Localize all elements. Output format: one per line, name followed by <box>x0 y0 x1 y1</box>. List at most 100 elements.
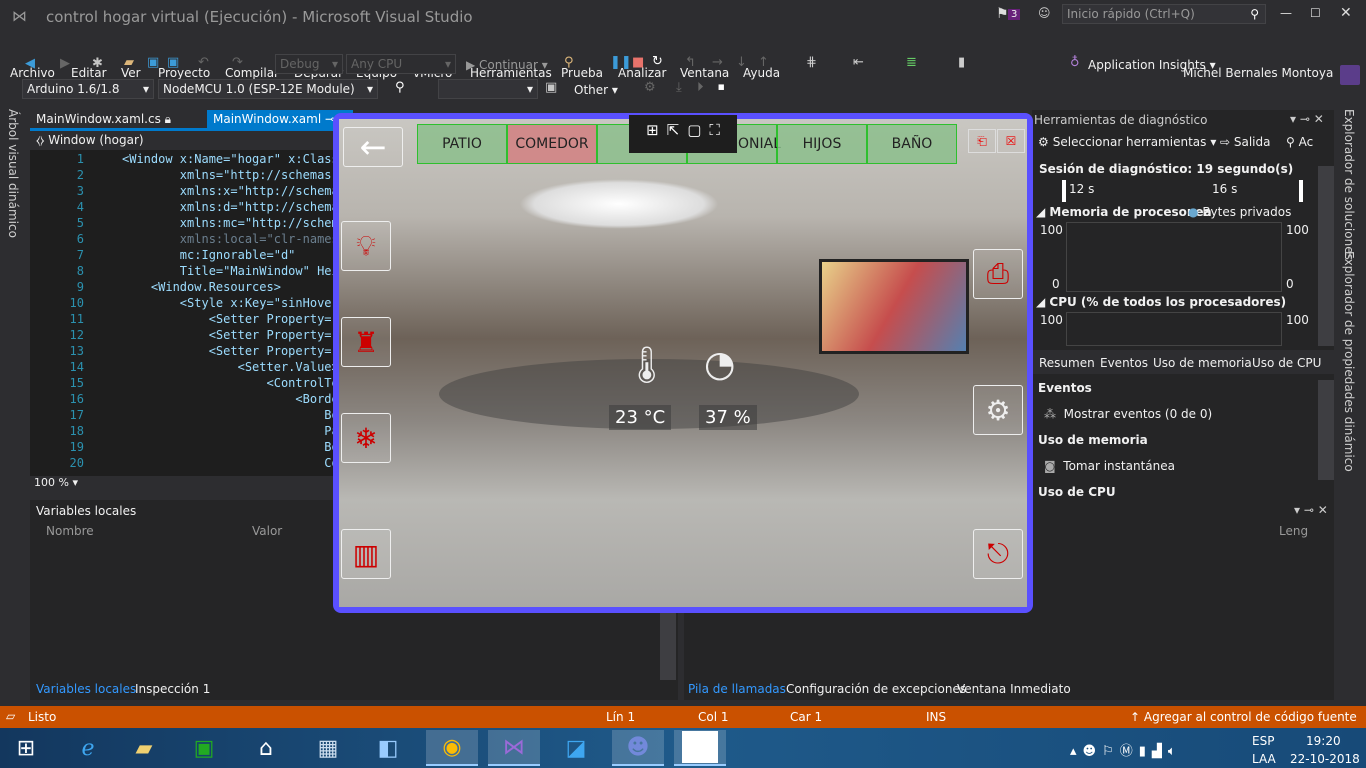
column-nombre[interactable]: Nombre <box>46 524 94 538</box>
platform-dropdown[interactable]: Any CPU ▾ <box>346 54 456 74</box>
select-element-icon[interactable]: ⇱ <box>667 121 680 153</box>
quick-launch-input[interactable]: Inicio rápido (Ctrl+Q) ⚲ <box>1062 4 1266 24</box>
taskbar-hogar-app[interactable] <box>674 730 726 766</box>
room-tab-patio[interactable]: PATIO <box>417 124 507 164</box>
close-button[interactable]: ✕ <box>1340 5 1352 21</box>
upload-icon[interactable]: ⤓ <box>676 80 682 95</box>
save-all-icon[interactable]: ▣ <box>167 55 179 70</box>
timeline-handle-start[interactable] <box>1062 180 1066 202</box>
room-tab-baño[interactable]: BAÑO <box>867 124 957 164</box>
column-valor[interactable]: Valor <box>252 524 282 538</box>
taskbar-notes[interactable]: ◧ <box>362 730 414 766</box>
code-editor[interactable]: ⧼⧽ Window (hogar) 1 <Window x:Name="hogar… <box>30 131 339 491</box>
light-button[interactable]: 💡︎ <box>341 221 391 271</box>
camera-button[interactable]: ⎙ <box>973 249 1023 299</box>
serial-monitor-icon[interactable]: ⚲ <box>395 80 405 95</box>
language-indicator[interactable]: ESP <box>1252 734 1274 748</box>
maximize-button[interactable]: ☐ <box>1310 6 1321 20</box>
tab-eventos[interactable]: Eventos <box>1100 356 1148 370</box>
tab-ventana-inmediato[interactable]: Ventana Inmediato <box>957 682 1071 696</box>
notification-flag-icon[interactable]: ⚑ <box>996 6 1009 22</box>
play-circle-icon[interactable]: ⏵ <box>697 80 704 95</box>
taskbar-explorer[interactable]: ▰ <box>118 730 170 766</box>
system-tray-icons[interactable]: ▴☻⚐Ⓜ▮▟🔈︎ <box>1070 740 1182 759</box>
taskbar-vs-installer[interactable]: ◪ <box>550 730 602 766</box>
cpu-section[interactable]: ◢ CPU (% de todos los procesadores) <box>1036 295 1286 309</box>
step-into-icon[interactable]: → <box>712 55 723 70</box>
show-next-statement-icon[interactable]: ↰ <box>685 55 696 70</box>
board-dropdown[interactable]: NodeMCU 1.0 (ESP-12E Module) ▾ <box>158 79 378 99</box>
panel-controls-icon[interactable]: ▾ ⊸ ✕ <box>1290 112 1324 126</box>
thread-icon[interactable]: ⇤ <box>853 55 864 70</box>
output-button[interactable]: ⇨ Salida <box>1220 135 1270 149</box>
step-out-icon[interactable]: ↑ <box>758 55 769 70</box>
lamp-button[interactable]: ♜ <box>341 317 391 367</box>
track-focus-icon[interactable]: ⛶ <box>709 121 720 153</box>
restart-icon[interactable]: ↻ <box>652 54 663 69</box>
live-property-explorer-tab[interactable]: Explorador de propiedades dinámico <box>1342 251 1356 472</box>
taskbar-discord[interactable]: ☻ <box>612 730 664 766</box>
port-dropdown[interactable]: ▾ <box>438 79 538 99</box>
panel-controls-icon[interactable]: ▾ ⊸ ✕ <box>1294 503 1328 517</box>
adorners-icon[interactable]: ▢ <box>687 121 701 153</box>
arduino-version-dropdown[interactable]: Arduino 1.6/1.8 ▾ <box>22 79 154 99</box>
taskbar-visual-studio[interactable]: ⋈ <box>488 730 540 766</box>
hex-icon[interactable]: ⋕ <box>806 55 817 70</box>
column-lenguaje[interactable]: Leng <box>1279 524 1308 538</box>
redo-icon[interactable]: ↷ <box>232 55 243 70</box>
new-project-icon[interactable]: ✱ <box>92 56 103 71</box>
room-tab-comedor[interactable]: COMEDOR <box>507 124 597 164</box>
bookmark-icon[interactable]: ▮ <box>958 55 965 70</box>
exit-button[interactable]: ⎋ <box>973 529 1023 579</box>
navigation-bar[interactable]: ⧼⧽ Window (hogar) <box>30 131 335 150</box>
zoom-dropdown[interactable]: 100 % ▾ <box>30 476 335 491</box>
tab-uso-memoria[interactable]: Uso de memoria <box>1153 356 1252 370</box>
taskbar-ie[interactable]: ℯ <box>62 730 114 766</box>
save-icon[interactable]: ▣ <box>147 55 159 70</box>
scrollbar[interactable] <box>1318 380 1334 480</box>
room-tab-hijos[interactable]: HIJOS <box>777 124 867 164</box>
analyze-button[interactable]: ⚲ Ac <box>1286 135 1313 149</box>
start-button[interactable]: ⊞ <box>0 730 52 766</box>
back-button[interactable]: ← <box>343 127 403 167</box>
forward-icon[interactable]: ▶ <box>60 56 70 71</box>
taskbar-chrome[interactable]: ◉ <box>426 730 478 766</box>
tab-inspeccion[interactable]: Inspección 1 <box>135 682 210 696</box>
tab-pila-llamadas[interactable]: Pila de llamadas <box>688 682 786 696</box>
tab-config-excepciones[interactable]: Configuración de excepciones <box>786 682 966 696</box>
pause-icon[interactable]: ❚❚ <box>610 55 632 70</box>
tab-mainwindow-xaml-cs[interactable]: MainWindow.xaml.cs 🔒︎ <box>30 110 177 128</box>
memory-section[interactable]: ◢ Memoria de procesonea <box>1036 205 1212 219</box>
clock-date[interactable]: 22-10-2018 <box>1290 752 1360 766</box>
live-tree-icon[interactable]: ⊞ <box>646 121 659 153</box>
solution-explorer-tab[interactable]: Explorador de soluciones <box>1342 109 1356 260</box>
tab-resumen[interactable]: Resumen <box>1039 356 1095 370</box>
taskbar-store[interactable]: ▣ <box>178 730 230 766</box>
scrollbar[interactable] <box>1318 166 1334 346</box>
app-insights-button[interactable]: Application Insights ▾ <box>1088 54 1216 76</box>
avatar[interactable] <box>1340 65 1360 85</box>
tab-uso-cpu[interactable]: Uso de CPU <box>1252 356 1321 370</box>
keyboard-layout[interactable]: LAA <box>1252 752 1276 766</box>
take-snapshot-button[interactable]: ◙ Tomar instantánea <box>1044 459 1175 473</box>
feedback-icon[interactable]: ☺ <box>1038 6 1051 20</box>
heater-button[interactable]: ▥ <box>341 529 391 579</box>
logout-button[interactable]: ⎗ <box>968 129 996 153</box>
tab-mainwindow-xaml[interactable]: MainWindow.xaml ⊸ <box>207 110 353 128</box>
close-app-button[interactable]: ☒ <box>997 129 1025 153</box>
step-over-icon[interactable]: ↓ <box>736 55 747 70</box>
comment-icon[interactable]: ≣ <box>906 55 917 70</box>
timeline-handle-end[interactable] <box>1299 180 1303 202</box>
settings-button[interactable]: ⚙ <box>973 385 1023 435</box>
taskbar-home-app[interactable]: ⌂ <box>240 730 292 766</box>
show-events-link[interactable]: ⁂ Mostrar eventos (0 de 0) <box>1044 407 1212 421</box>
find-file-icon[interactable]: ⚲ <box>564 55 574 70</box>
other-dropdown[interactable]: Other ▾ <box>574 79 618 101</box>
ac-button[interactable]: ❄ <box>341 413 391 463</box>
stop-circle-icon[interactable]: ⏹ <box>718 80 725 95</box>
tab-variables-locales[interactable]: Variables locales <box>36 682 136 696</box>
minimize-button[interactable]: — <box>1280 6 1292 20</box>
gear-icon[interactable]: ⚙ <box>644 80 656 95</box>
undo-icon[interactable]: ↶ <box>198 55 209 70</box>
live-visual-tree-tab[interactable]: Árbol visual dinámico <box>6 109 20 238</box>
